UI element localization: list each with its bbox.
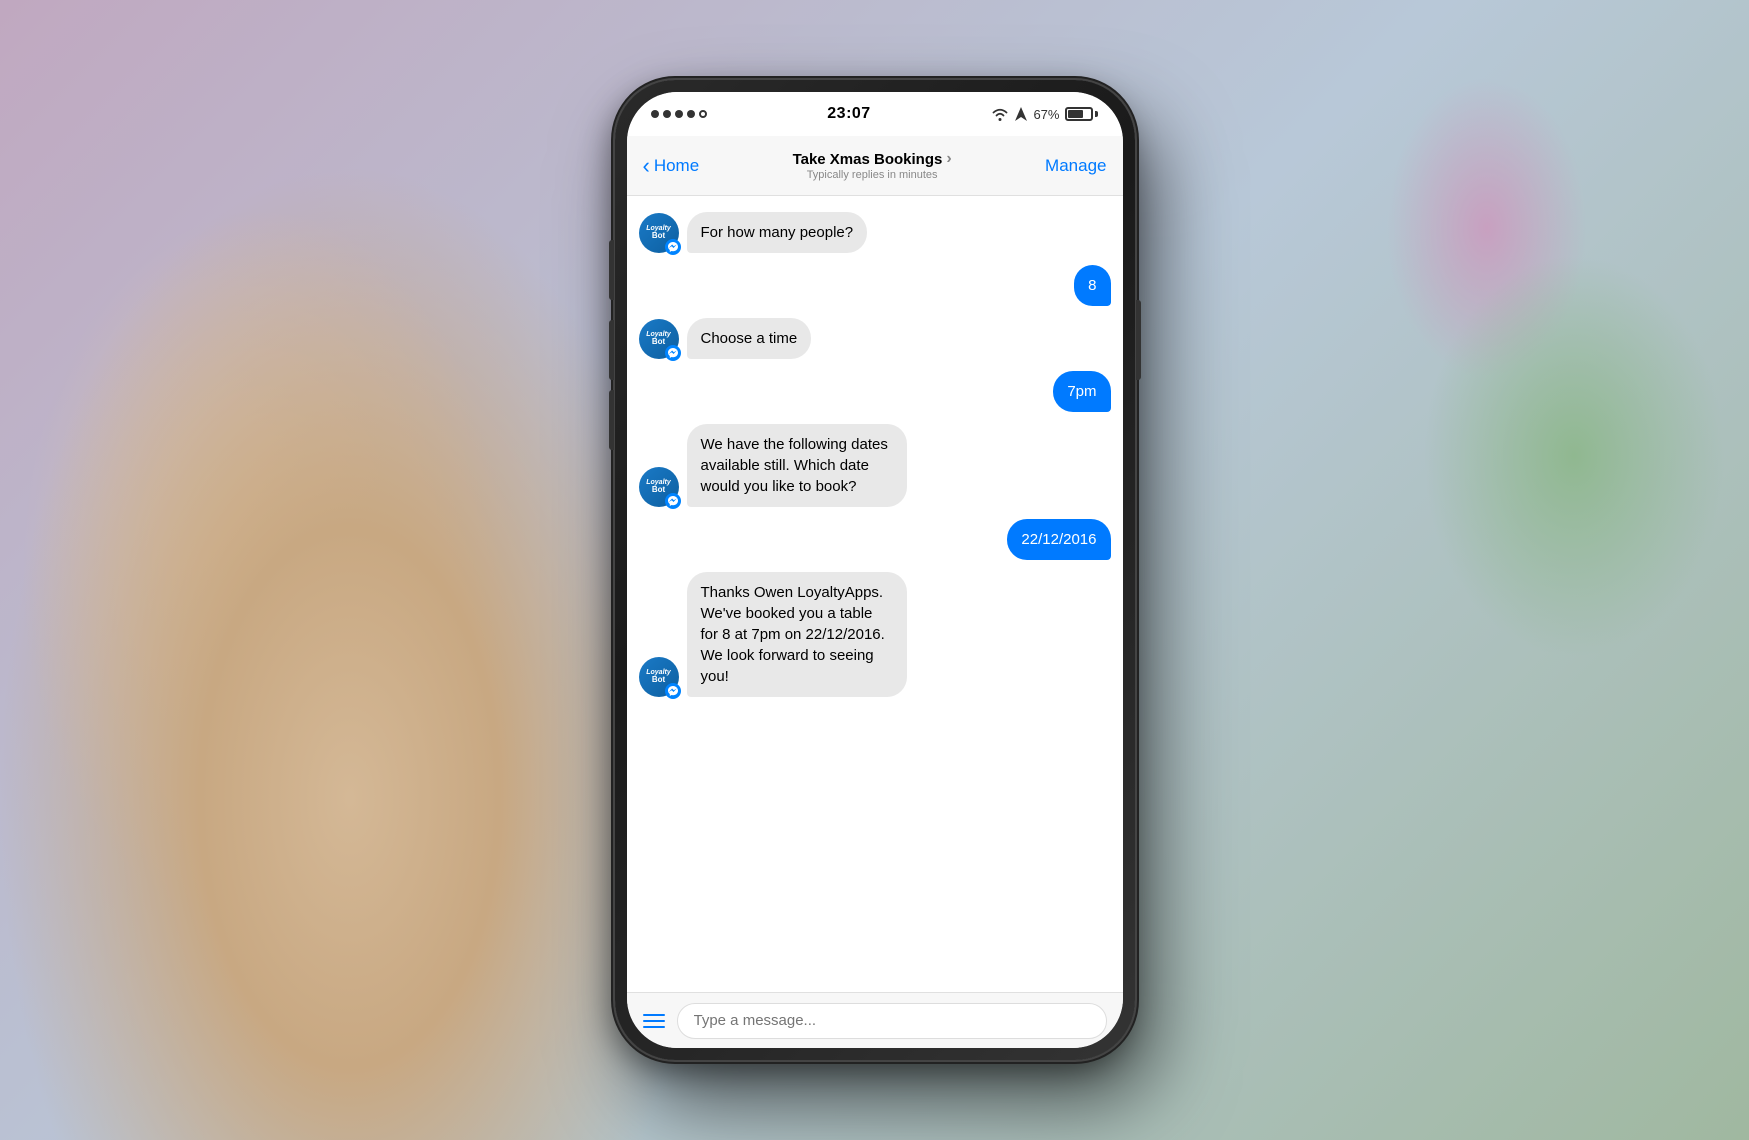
- status-time: 23:07: [827, 105, 870, 123]
- signal-dot-4: [687, 110, 695, 118]
- nav-subtitle: Typically replies in minutes: [807, 169, 938, 181]
- message-input[interactable]: [677, 1003, 1107, 1039]
- messenger-badge-4: [665, 683, 681, 699]
- nav-back-button[interactable]: ‹ Home: [643, 155, 700, 177]
- signal-bars: [651, 110, 707, 118]
- nav-manage-button[interactable]: Manage: [1045, 156, 1106, 176]
- nav-title: Take Xmas Bookings: [793, 151, 943, 168]
- menu-line-1: [643, 1014, 665, 1016]
- battery-icon: [1065, 107, 1098, 121]
- menu-line-3: [643, 1026, 665, 1028]
- messenger-icon: [668, 242, 678, 252]
- signal-dot-3: [675, 110, 683, 118]
- user-bubble-1: 8: [1074, 265, 1110, 306]
- bot-avatar-3: Loyalty Bot: [639, 467, 679, 507]
- battery-tip: [1095, 111, 1098, 117]
- phone-shell: 23:07 67%: [615, 80, 1135, 1060]
- message-row-3: Loyalty Bot Choose a time: [639, 318, 1111, 359]
- nav-title-row: Take Xmas Bookings ›: [793, 150, 952, 168]
- message-row-2: 8: [639, 265, 1111, 306]
- message-row-5: Loyalty Bot We have the following dates …: [639, 424, 1111, 507]
- messenger-icon-2: [668, 348, 678, 358]
- phone-mockup: 23:07 67%: [615, 80, 1135, 1060]
- bot-bubble-2: Choose a time: [687, 318, 812, 359]
- menu-line-2: [643, 1020, 665, 1022]
- location-icon: [1015, 107, 1027, 121]
- nav-title-chevron: ›: [946, 150, 951, 168]
- bot-bubble-3: We have the following dates available st…: [687, 424, 907, 507]
- signal-dot-2: [663, 110, 671, 118]
- phone-screen: 23:07 67%: [627, 92, 1123, 1048]
- message-row-4: 7pm: [639, 371, 1111, 412]
- bot-bubble-4: Thanks Owen LoyaltyApps. We've booked yo…: [687, 572, 907, 697]
- bot-avatar-4: Loyalty Bot: [639, 657, 679, 697]
- bottom-bar: [627, 992, 1123, 1048]
- messenger-icon-3: [668, 496, 678, 506]
- message-row-7: Loyalty Bot Thanks Owen LoyaltyApps. We'…: [639, 572, 1111, 697]
- battery-body: [1065, 107, 1093, 121]
- status-icons: 67%: [991, 107, 1098, 122]
- nav-center: Take Xmas Bookings › Typically replies i…: [793, 150, 952, 181]
- bot-avatar-1: Loyalty Bot: [639, 213, 679, 253]
- nav-back-label: Home: [654, 156, 699, 176]
- battery-fill: [1068, 110, 1083, 118]
- wifi-icon: [991, 107, 1009, 121]
- status-bar: 23:07 67%: [627, 92, 1123, 136]
- battery-percent: 67%: [1033, 107, 1059, 122]
- message-row-1: Loyalty Bot For how many people?: [639, 212, 1111, 253]
- message-row-6: 22/12/2016: [639, 519, 1111, 560]
- messenger-badge-2: [665, 345, 681, 361]
- messenger-badge-3: [665, 493, 681, 509]
- messenger-badge: [665, 239, 681, 255]
- bot-bubble-1: For how many people?: [687, 212, 868, 253]
- bot-avatar-2: Loyalty Bot: [639, 319, 679, 359]
- user-bubble-3: 22/12/2016: [1007, 519, 1110, 560]
- back-arrow-icon: ‹: [643, 155, 650, 177]
- user-bubble-2: 7pm: [1053, 371, 1110, 412]
- menu-button[interactable]: [643, 1014, 665, 1028]
- signal-dot-5: [699, 110, 707, 118]
- signal-dot-1: [651, 110, 659, 118]
- messenger-icon-4: [668, 686, 678, 696]
- chat-area: Loyalty Bot For how many people?: [627, 196, 1123, 992]
- nav-header: ‹ Home Take Xmas Bookings › Typically re…: [627, 136, 1123, 196]
